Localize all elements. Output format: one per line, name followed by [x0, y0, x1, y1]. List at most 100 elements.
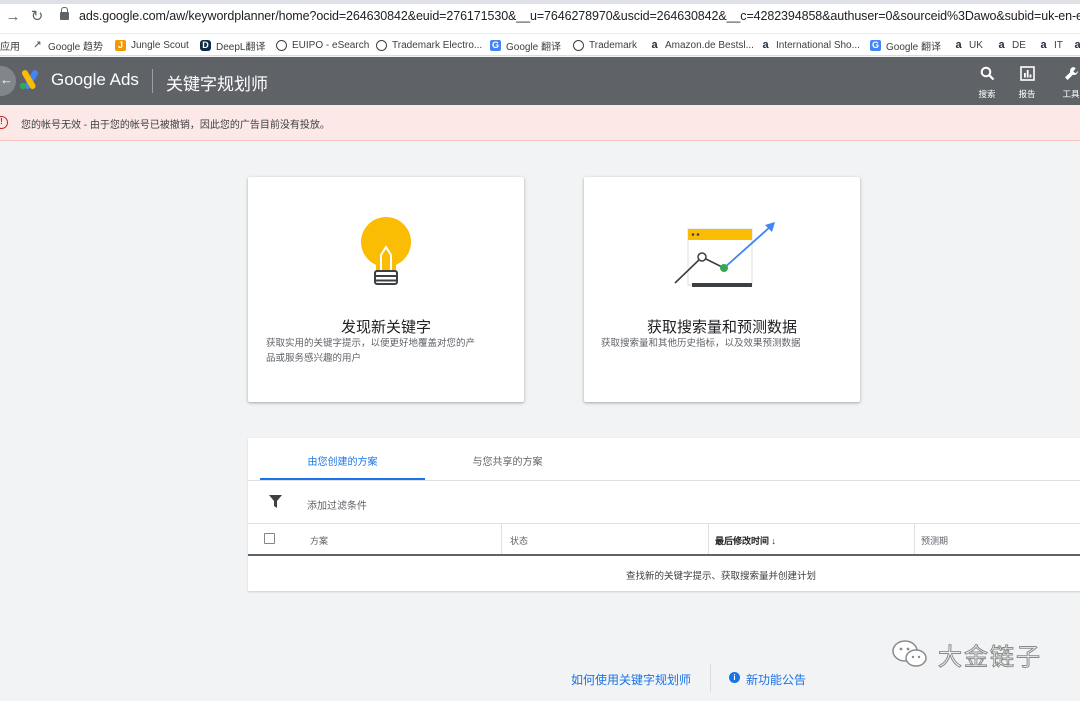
tab-my-plans[interactable]: 由您创建的方案	[260, 438, 425, 480]
amazon-icon: a	[1074, 38, 1080, 51]
reports-icon	[1019, 66, 1035, 81]
bookmark-label: Google 翻译	[886, 41, 942, 53]
card-description-line: 品或服务感兴趣的用户	[266, 353, 362, 364]
forward-icon[interactable]: →	[4, 8, 22, 26]
bookmark-amazon-de[interactable]: a Amazon.de Bestsl...	[649, 37, 754, 53]
bookmark-label: 应用	[0, 41, 20, 53]
watermark: 大金链子	[890, 638, 1042, 671]
jungle-scout-icon: J	[115, 39, 126, 51]
divider	[248, 480, 1080, 481]
lock-icon[interactable]	[60, 7, 69, 20]
bookmark-label: EUIPO - eSearch	[292, 39, 370, 51]
back-button[interactable]: ←	[0, 66, 16, 96]
select-all-checkbox[interactable]	[264, 533, 275, 544]
bookmark-label: Amazon.de Bestsl...	[665, 39, 754, 51]
watermark-text: 大金链子	[938, 642, 1042, 671]
card-description: 获取实用的关键字提示，以便更好地覆盖对您的产 品或服务感兴趣的用户	[266, 336, 475, 366]
card-description-line: 获取搜索量和其他历史指标，以及效果预测数据	[601, 338, 801, 349]
deepl-icon: D	[200, 39, 211, 51]
column-header-status[interactable]: 状态	[510, 534, 528, 547]
bookmark-trademark-electro[interactable]: Trademark Electro...	[376, 37, 482, 53]
globe-icon	[276, 39, 287, 51]
page-title: 关键字规划师	[166, 75, 268, 94]
plans-panel: 由您创建的方案 与您共享的方案 添加过滤条件 方案 状态 最后修改时间 ↓ 预测…	[248, 438, 1080, 591]
globe-icon	[376, 39, 387, 51]
bookmark-label: Google 翻译	[506, 41, 562, 53]
bookmark-de[interactable]: a DE	[996, 37, 1026, 53]
wechat-icon	[892, 640, 927, 667]
page: → ↻ ads.google.com/aw/keywordplanner/hom…	[0, 0, 1080, 701]
bookmark-google-translate-2[interactable]: G Google 翻译	[870, 37, 941, 53]
card-title: 发现新关键字	[340, 319, 431, 336]
trends-icon: ↗	[33, 39, 42, 51]
account-alert-banner: ! 您的帐号无效 - 由于您的帐号已被撤销，因此您的广告目前没有投放。	[0, 105, 1080, 141]
amazon-icon: a	[762, 38, 769, 51]
bookmark-google-translate[interactable]: G Google 翻译	[490, 37, 561, 53]
arrow-down-icon: ↓	[771, 536, 777, 546]
column-header-last-modified[interactable]: 最后修改时间 ↓	[715, 534, 776, 547]
translate-icon: G	[870, 39, 881, 51]
error-icon: !	[0, 116, 8, 129]
alert-message: 您的帐号无效 - 由于您的帐号已被撤销，因此您的广告目前没有投放。	[21, 120, 330, 131]
tool-label: 搜索	[978, 89, 996, 99]
browser-toolbar: → ↻ ads.google.com/aw/keywordplanner/hom…	[0, 0, 1080, 34]
bookmark-label: Jungle Scout	[131, 39, 189, 51]
tab-shared-plans[interactable]: 与您共享的方案	[425, 438, 590, 480]
translate-icon: G	[490, 39, 501, 51]
google-ads-logo-icon	[19, 70, 38, 90]
column-header-label: 最后修改时间	[715, 536, 770, 546]
discover-keywords-card[interactable]: 发现新关键字 获取实用的关键字提示，以便更好地覆盖对您的产 品或服务感兴趣的用户	[248, 177, 524, 402]
amazon-icon: a	[998, 38, 1005, 51]
bookmark-label: International Sho...	[776, 39, 860, 51]
bookmark-deepl[interactable]: D DeepL翻译	[200, 37, 265, 53]
wrench-icon	[1064, 67, 1078, 80]
bookmark-label: Trademark Electro...	[392, 39, 483, 51]
bookmark-it[interactable]: a IT	[1038, 37, 1062, 53]
bookmark-google-trends[interactable]: ↗ Google 趋势	[32, 37, 103, 53]
brand-name[interactable]: Google Ads	[51, 70, 139, 90]
bookmark-international-shopping[interactable]: a International Sho...	[760, 37, 860, 53]
card-description-line: 获取实用的关键字提示，以便更好地覆盖对您的产	[266, 338, 476, 349]
search-volume-forecast-card[interactable]: 获取搜索量和预测数据 获取搜索量和其他历史指标，以及效果预测数据	[584, 177, 860, 402]
reports-button[interactable]: 报告	[1012, 66, 1042, 100]
bookmark-label: DeepL翻译	[216, 41, 266, 53]
bookmark-label: DE	[1012, 39, 1026, 51]
how-to-use-link[interactable]: 如何使用关键字规划师	[571, 671, 691, 688]
amazon-icon: a	[651, 38, 658, 51]
column-separator	[501, 524, 502, 554]
reload-icon[interactable]: ↻	[28, 8, 46, 26]
search-button[interactable]: 搜索	[972, 66, 1002, 100]
header-divider	[152, 69, 153, 93]
tool-label: 报告	[1018, 89, 1036, 99]
header-divider	[248, 554, 1080, 556]
column-separator	[708, 524, 709, 554]
search-icon	[980, 66, 994, 81]
filter-icon[interactable]	[269, 495, 282, 509]
card-description: 获取搜索量和其他历史指标，以及效果预测数据	[601, 336, 801, 351]
bookmark-euipo[interactable]: EUIPO - eSearch	[276, 37, 369, 53]
bookmark-apps[interactable]: 应用	[0, 37, 20, 53]
bookmark-trademark[interactable]: Trademark	[573, 37, 637, 53]
bookmark-label: UK	[969, 39, 983, 51]
add-filter-button[interactable]: 添加过滤条件	[307, 497, 367, 512]
info-icon: i	[729, 672, 740, 683]
address-bar[interactable]: ads.google.com/aw/keywordplanner/home?oc…	[79, 9, 1080, 23]
column-header-forecast-period[interactable]: 预测期	[921, 534, 948, 547]
divider	[248, 523, 1080, 524]
bookmark-uk[interactable]: a UK	[953, 37, 983, 53]
arrow-left-icon: ←	[0, 72, 13, 87]
trend-chart-icon	[674, 222, 775, 287]
lightbulb-icon	[361, 217, 411, 285]
bookmarks-bar: 应用 ↗ Google 趋势 J Jungle Scout D DeepL翻译 EUI…	[0, 34, 1080, 56]
whats-new-link[interactable]: 新功能公告	[746, 671, 806, 688]
globe-icon	[573, 39, 584, 51]
ads-header: ← Google Ads 关键字规划师 搜索 报告 工具	[0, 57, 1080, 105]
tab-strip	[0, 0, 1080, 4]
card-title: 获取搜索量和预测数据	[646, 319, 797, 336]
amazon-icon: a	[955, 38, 962, 51]
tools-button[interactable]: 工具	[1056, 66, 1080, 100]
bookmark-jungle-scout[interactable]: J Jungle Scout	[115, 37, 189, 53]
bookmark-more[interactable]: a	[1072, 37, 1080, 53]
column-header-plan[interactable]: 方案	[310, 534, 328, 547]
amazon-icon: a	[1040, 38, 1047, 51]
